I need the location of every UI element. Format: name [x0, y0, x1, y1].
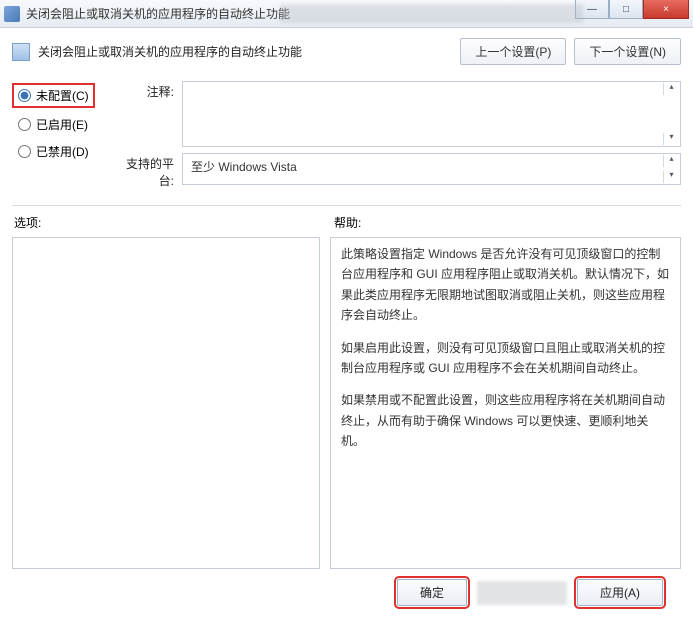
platform-scroll-up-icon[interactable]: ▴ — [663, 155, 679, 167]
radio-not-configured-input[interactable] — [18, 89, 31, 102]
options-pane — [12, 237, 320, 569]
options-heading: 选项: — [12, 214, 330, 231]
comment-scroll-down-icon[interactable]: ▾ — [663, 133, 679, 145]
close-button[interactable]: × — [643, 0, 689, 19]
help-heading: 帮助: — [330, 214, 681, 231]
radio-disabled-input[interactable] — [18, 145, 31, 158]
window-controls: — □ × — [575, 0, 689, 27]
platform-value: 至少 Windows Vista — [191, 160, 297, 174]
radio-enabled[interactable]: 已启用(E) — [12, 114, 116, 135]
radio-enabled-label: 已启用(E) — [36, 116, 88, 133]
supported-platform-box: 至少 Windows Vista ▴ ▾ — [182, 153, 681, 185]
help-text-1: 此策略设置指定 Windows 是否允许没有可见顶级窗口的控制台应用程序和 GU… — [341, 244, 670, 326]
comment-textarea[interactable]: ▴ ▾ — [182, 81, 681, 147]
next-setting-button[interactable]: 下一个设置(N) — [574, 38, 681, 65]
blurred-button — [477, 581, 567, 605]
comment-scroll-up-icon[interactable]: ▴ — [663, 83, 679, 95]
dialog-footer: 确定 应用(A) — [12, 569, 681, 606]
help-text-3: 如果禁用或不配置此设置，则这些应用程序将在关机期间自动终止，从而有助于确保 Wi… — [341, 390, 670, 451]
maximize-button[interactable]: □ — [609, 0, 643, 19]
ok-button[interactable]: 确定 — [397, 579, 467, 606]
policy-icon — [12, 43, 30, 61]
policy-title: 关闭会阻止或取消关机的应用程序的自动终止功能 — [38, 43, 452, 60]
blurred-region — [280, 4, 583, 23]
radio-enabled-input[interactable] — [18, 118, 31, 131]
prev-setting-button[interactable]: 上一个设置(P) — [460, 38, 566, 65]
radio-not-configured[interactable]: 未配置(C) — [12, 83, 95, 108]
radio-not-configured-label: 未配置(C) — [36, 87, 89, 104]
help-pane: 此策略设置指定 Windows 是否允许没有可见顶级窗口的控制台应用程序和 GU… — [330, 237, 681, 569]
apply-button[interactable]: 应用(A) — [577, 579, 663, 606]
comment-label: 注释: — [116, 81, 182, 147]
header-row: 关闭会阻止或取消关机的应用程序的自动终止功能 上一个设置(P) 下一个设置(N) — [12, 38, 681, 65]
help-text-2: 如果启用此设置，则没有可见顶级窗口且阻止或取消关机的控制台应用程序或 GUI 应… — [341, 338, 670, 379]
separator — [12, 205, 681, 206]
platform-scroll-down-icon[interactable]: ▾ — [663, 171, 679, 183]
app-icon — [4, 6, 20, 22]
platform-label: 支持的平台: — [116, 153, 182, 189]
radio-disabled-label: 已禁用(D) — [36, 143, 89, 160]
radio-disabled[interactable]: 已禁用(D) — [12, 141, 116, 162]
titlebar: 关闭会阻止或取消关机的应用程序的自动终止功能 — □ × — [0, 0, 693, 28]
